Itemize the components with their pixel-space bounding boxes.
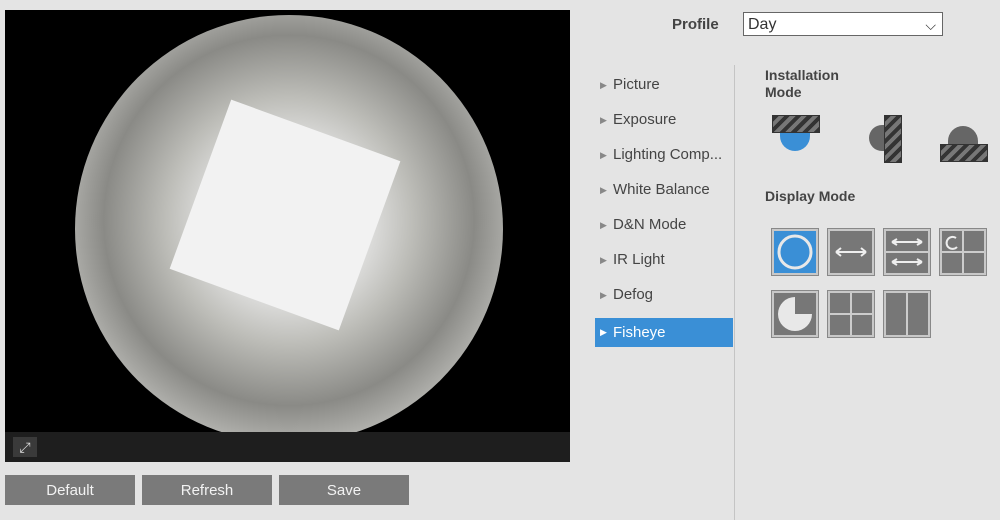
refresh-button[interactable]: Refresh (142, 475, 272, 505)
video-toolbar: ⤢ (5, 432, 570, 462)
ground-mount-icon[interactable] (938, 124, 990, 164)
menu-item-white-balance[interactable]: ▶ White Balance (595, 175, 733, 210)
video-preview: ⤢ (5, 10, 570, 462)
profile-value: Day (748, 16, 777, 33)
caret-right-icon: ▶ (600, 255, 607, 265)
menu-label: IR Light (613, 251, 665, 268)
display-mode-1r[interactable] (771, 290, 819, 338)
menu-label: D&N Mode (613, 216, 687, 233)
display-mode-2p[interactable] (883, 228, 931, 276)
wall-mount-icon[interactable] (866, 115, 906, 165)
caret-right-icon: ▶ (600, 150, 607, 160)
caret-right-icon: ▶ (600, 80, 607, 90)
display-mode-1o-3r[interactable] (939, 228, 987, 276)
menu-label: White Balance (613, 181, 710, 198)
fisheye-image (75, 15, 503, 443)
menu-item-defog[interactable]: ▶ Defog (595, 280, 733, 315)
profile-select[interactable]: Day ⌵ (743, 12, 943, 36)
menu-item-picture[interactable]: ▶ Picture (595, 70, 733, 105)
display-mode-1p[interactable] (827, 228, 875, 276)
menu-label: Exposure (613, 111, 677, 128)
caret-right-icon: ▶ (600, 220, 607, 230)
display-mode-2r[interactable] (883, 290, 931, 338)
settings-menu: ▶ Picture ▶ Exposure ▶ Lighting Comp... ▶ Wh… (595, 70, 733, 347)
menu-item-dn-mode[interactable]: ▶ D&N Mode (595, 210, 733, 245)
profile-label: Profile (672, 16, 719, 33)
caret-right-icon: ▶ (600, 115, 607, 125)
menu-label: Fisheye (613, 324, 666, 341)
fullscreen-icon[interactable]: ⤢ (13, 437, 37, 457)
menu-label: Picture (613, 76, 660, 93)
display-mode-4r[interactable] (827, 290, 875, 338)
chevron-down-icon: ⌵ (925, 17, 936, 33)
menu-label: Defog (613, 286, 654, 303)
menu-label: Lighting Comp... (613, 146, 723, 163)
menu-item-fisheye[interactable]: ▶ Fisheye (595, 318, 733, 347)
display-mode-title: Display Mode (765, 188, 856, 204)
caret-right-icon: ▶ (600, 327, 607, 337)
divider (734, 65, 735, 520)
default-button[interactable]: Default (5, 475, 135, 505)
display-mode-1o[interactable] (771, 228, 819, 276)
menu-item-exposure[interactable]: ▶ Exposure (595, 105, 733, 140)
caret-right-icon: ▶ (600, 185, 607, 195)
installation-mode-title: Installation Mode (765, 67, 839, 100)
caret-right-icon: ▶ (600, 290, 607, 300)
menu-item-ir-light[interactable]: ▶ IR Light (595, 245, 733, 280)
menu-item-lighting-comp[interactable]: ▶ Lighting Comp... (595, 140, 733, 175)
ceiling-mount-icon[interactable] (770, 113, 822, 153)
save-button[interactable]: Save (279, 475, 409, 505)
